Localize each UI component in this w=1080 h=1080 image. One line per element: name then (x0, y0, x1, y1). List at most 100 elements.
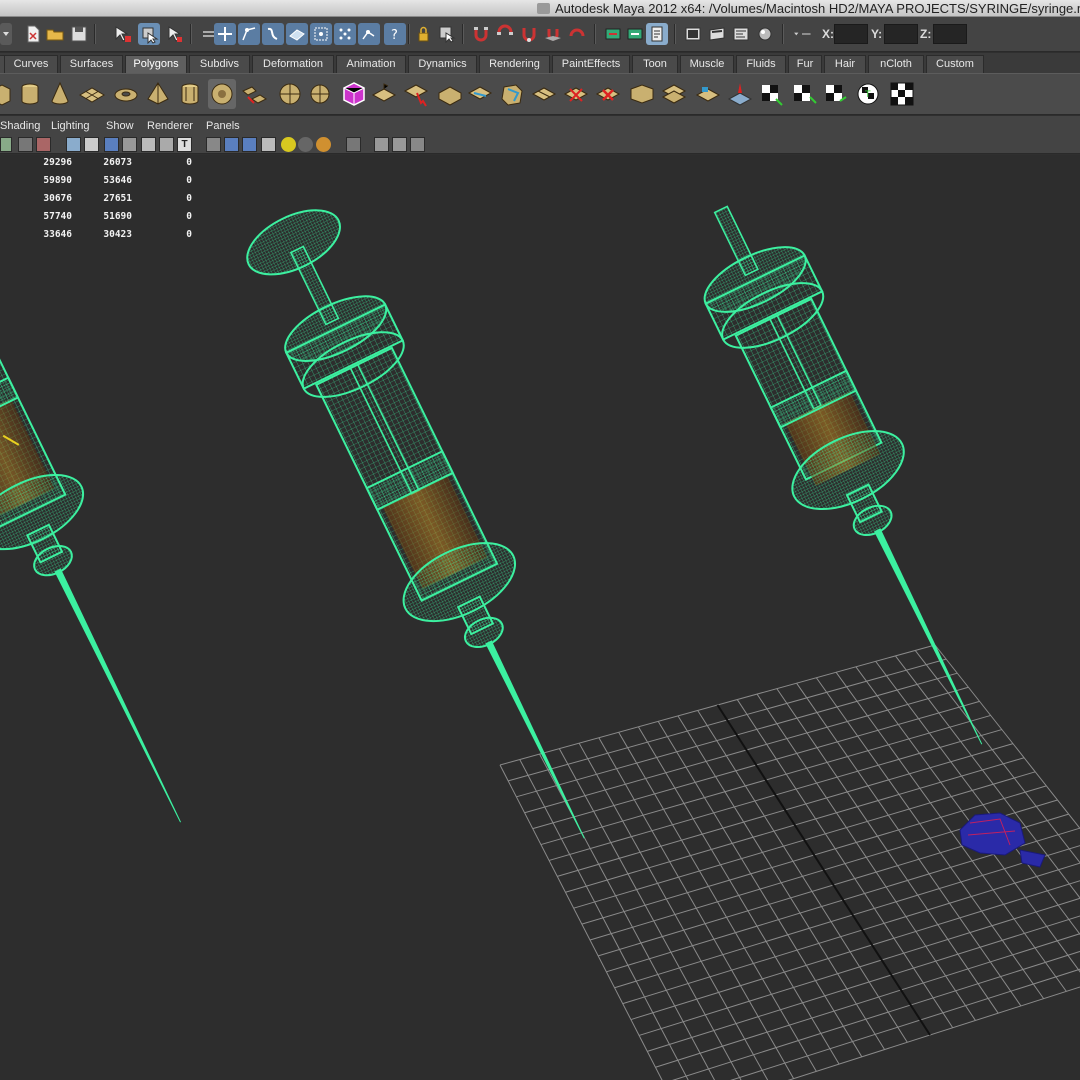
uv-planar-icon[interactable] (790, 79, 818, 109)
shadows-icon[interactable] (298, 137, 313, 152)
shelf-tab-rendering[interactable]: Rendering (479, 55, 550, 73)
shelf-tab-toon[interactable]: Toon (632, 55, 678, 73)
select-by-hierarchy-icon[interactable] (436, 23, 458, 45)
history-toggle-icon[interactable] (646, 23, 668, 45)
uv-spherical-icon[interactable]: T (854, 79, 882, 109)
menu-renderer[interactable]: Renderer (147, 120, 193, 132)
selected-object[interactable] (959, 812, 1046, 868)
uv-checker-icon[interactable] (758, 79, 786, 109)
xray-components-icon[interactable] (410, 137, 425, 152)
poly-sphere-icon[interactable] (276, 79, 304, 109)
shelf-tab-fur[interactable]: Fur (788, 55, 822, 73)
poly-plane-icon[interactable] (78, 79, 106, 109)
snap-point-icon[interactable] (262, 23, 284, 45)
poly-pipe-icon[interactable] (176, 79, 204, 109)
menu-show[interactable]: Show (106, 120, 134, 132)
bridge-icon[interactable] (402, 79, 430, 109)
xray-icon[interactable] (374, 137, 389, 152)
shelf-tab-dynamics[interactable]: Dynamics (408, 55, 477, 73)
reduce-icon[interactable] (660, 79, 688, 109)
mirror-geometry-icon[interactable] (694, 79, 722, 109)
syringe-wireframe-middle[interactable] (228, 193, 638, 865)
z-field[interactable] (933, 24, 967, 44)
shelf-tab-polygons[interactable]: Polygons (125, 55, 187, 73)
safe-title-icon[interactable]: T (177, 137, 192, 152)
open-scene-icon[interactable] (44, 23, 66, 45)
hypershade-icon[interactable] (754, 23, 776, 45)
split-polygon-icon[interactable] (466, 79, 494, 109)
sculpt-geometry-icon[interactable] (726, 79, 754, 109)
lock-icon[interactable] (412, 23, 434, 45)
shelf-tab-custom[interactable]: Custom (926, 55, 984, 73)
camera-attributes-icon[interactable] (0, 137, 12, 152)
combine-icon[interactable] (240, 79, 268, 109)
poly-cylinder-icon[interactable] (16, 79, 44, 109)
new-scene-icon[interactable] (22, 23, 44, 45)
poly-torus-icon[interactable] (112, 79, 140, 109)
extrude-icon[interactable] (370, 79, 398, 109)
append-polygon-icon[interactable] (436, 79, 464, 109)
smooth-icon[interactable] (628, 79, 656, 109)
syringe-wireframe-right[interactable] (667, 183, 1036, 770)
extract-icon[interactable] (306, 79, 334, 109)
magnet-point-icon[interactable] (518, 23, 540, 45)
wireframe-icon[interactable] (206, 137, 221, 152)
shelf-tab-surfaces[interactable]: Surfaces (60, 55, 123, 73)
output-line-icon[interactable] (624, 23, 646, 45)
perspective-viewport[interactable]: 29296 26073 0 59890 53646 0 30676 27651 … (0, 155, 1080, 1080)
poly-pyramid-icon[interactable] (144, 79, 172, 109)
scene-canvas[interactable] (0, 155, 1080, 1080)
construction-history-icon[interactable]: ? (384, 23, 406, 45)
menu-shading[interactable]: Shading (0, 120, 40, 132)
isolate-select-icon[interactable] (346, 137, 361, 152)
merge-vertices-icon[interactable] (562, 79, 590, 109)
shelf-tab-deformation[interactable]: Deformation (252, 55, 334, 73)
film-gate-icon[interactable] (84, 137, 99, 152)
shelf-tab-painteffects[interactable]: PaintEffects (552, 55, 630, 73)
magnet-curve-icon[interactable] (494, 23, 516, 45)
render-settings-icon[interactable] (730, 23, 752, 45)
safe-action-icon[interactable] (159, 137, 174, 152)
field-chart-icon[interactable] (141, 137, 156, 152)
insert-edge-loop-icon[interactable] (530, 79, 558, 109)
select-hierarchy-icon[interactable] (112, 23, 134, 45)
smooth-shade-icon[interactable] (224, 137, 239, 152)
x-field[interactable] (834, 24, 868, 44)
input-ops-icon[interactable] (334, 23, 356, 45)
magnet-view-plane-icon[interactable] (542, 23, 564, 45)
make-live-icon[interactable] (310, 23, 332, 45)
gate-mask-icon[interactable] (122, 137, 137, 152)
poly-cube-icon[interactable] (0, 79, 16, 109)
input-line-icon[interactable] (602, 23, 624, 45)
shelf-tab-ncloth[interactable]: nCloth (868, 55, 924, 73)
uv-cylindrical-icon[interactable] (822, 79, 850, 109)
menu-panels[interactable]: Panels (206, 120, 240, 132)
bevel-icon[interactable] (498, 79, 526, 109)
menu-set-dropdown[interactable] (0, 23, 12, 45)
transform-mode-dropdown[interactable] (788, 23, 816, 45)
output-ops-icon[interactable] (358, 23, 380, 45)
poly-soccer-ball-icon[interactable] (208, 79, 236, 109)
delete-edge-icon[interactable] (594, 79, 622, 109)
shelf-tab-fluids[interactable]: Fluids (736, 55, 786, 73)
snap-curve-icon[interactable] (238, 23, 260, 45)
menu-lighting[interactable]: Lighting (51, 120, 90, 132)
high-quality-icon[interactable] (316, 137, 331, 152)
syringe-wireframe-left[interactable] (0, 271, 233, 848)
save-scene-icon[interactable] (68, 23, 90, 45)
resolution-gate-icon[interactable] (104, 137, 119, 152)
image-plane-icon[interactable] (18, 137, 33, 152)
use-all-lights-icon[interactable] (281, 137, 296, 152)
poly-cone-icon[interactable] (46, 79, 74, 109)
poly-cube-selected-icon[interactable] (340, 79, 368, 109)
y-field[interactable] (884, 24, 918, 44)
bookmark-icon[interactable] (36, 137, 51, 152)
shelf-tab-animation[interactable]: Animation (336, 55, 406, 73)
textured-icon[interactable] (261, 137, 276, 152)
shelf-tab-subdivs[interactable]: Subdivs (189, 55, 250, 73)
shelf-tab-muscle[interactable]: Muscle (680, 55, 734, 73)
ipr-render-icon[interactable] (706, 23, 728, 45)
select-object-icon[interactable] (138, 23, 160, 45)
shelf-tab-hair[interactable]: Hair (824, 55, 866, 73)
select-component-icon[interactable] (164, 23, 186, 45)
